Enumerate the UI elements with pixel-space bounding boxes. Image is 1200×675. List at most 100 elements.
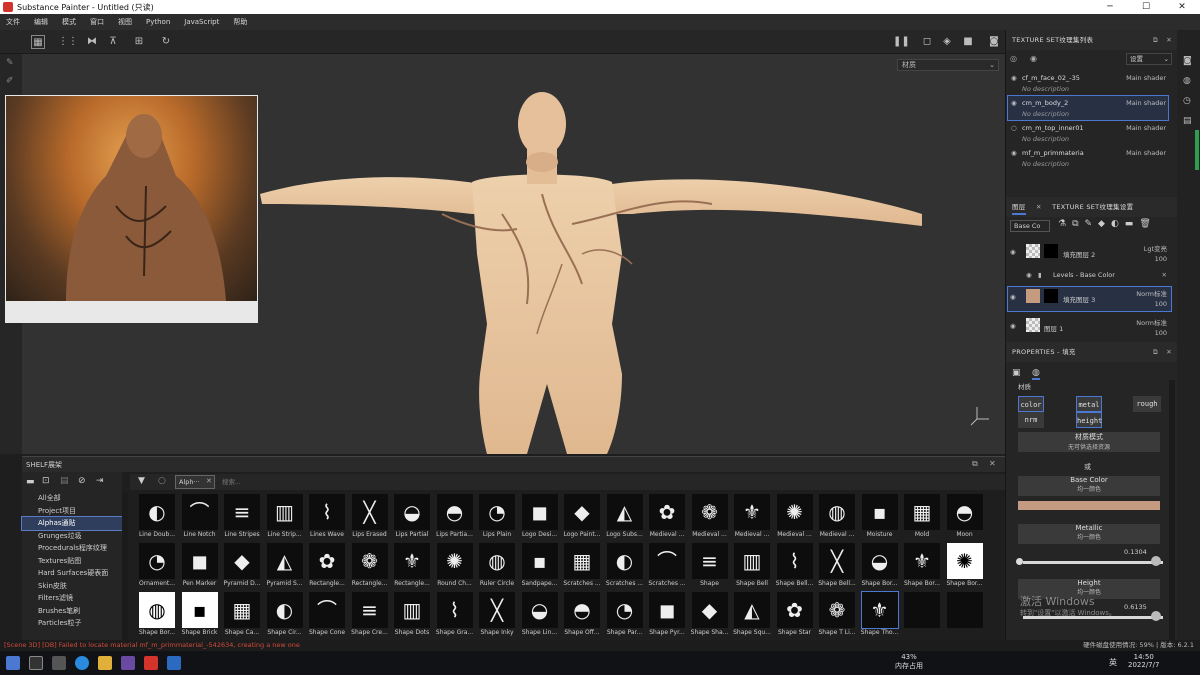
shelf-item[interactable]: ▦ Mold [901,494,944,543]
shelf-item[interactable]: ◍ Shape Bor... [136,592,179,640]
shelf-item[interactable]: ◭ Pyramid S... [264,543,307,592]
shelf-item[interactable]: ⚜ Shape Tho... [859,591,902,640]
grid-icon[interactable]: ⋮⋮ [58,35,78,49]
shelf-item[interactable]: ✺ Shape Bor... [944,543,987,592]
edge-icon[interactable] [75,656,89,670]
shelf-item[interactable]: ◐ Line Doub... [136,494,179,543]
input-language[interactable]: 英 [1109,657,1117,668]
shelf-item[interactable]: ◔ Shape Par... [604,592,647,640]
shelf-item[interactable]: ▦ Shape Ca... [221,592,264,640]
log-icon[interactable]: ▤ [1183,116,1192,126]
metallic-slider[interactable] [1023,561,1163,564]
panel-close-icon[interactable]: ✕ [1166,342,1172,362]
texture-set-shader[interactable]: Main shader [1126,124,1166,132]
shelf-item[interactable] [901,592,944,640]
clock[interactable]: 14:50 2022/7/7 [1128,653,1159,669]
symmetry-y-icon[interactable]: ⊼ [106,35,120,49]
brush-tool-icon[interactable]: ✎ [6,58,16,68]
eye-icon[interactable]: ◉ [1010,322,1016,330]
shelf-item[interactable]: ▪ Sandpape... [519,543,562,592]
menu-view[interactable]: 视图 [118,17,132,27]
shelf-item[interactable]: ◍ Ruler Circle [476,543,519,592]
category-grunges[interactable]: Grunges垃圾 [22,530,122,543]
category-filters[interactable]: Filters滤镜 [22,592,122,605]
category-skin[interactable]: Skin皮肤 [22,580,122,593]
export-icon[interactable]: ⇥ [96,476,104,486]
category-scrollbar[interactable] [122,492,128,640]
shelf-item[interactable]: ◓ Shape Off... [561,592,604,640]
texture-set-shader[interactable]: Main shader [1126,99,1166,107]
shelf-item[interactable]: ⌇ Shape Bell... [774,543,817,592]
substance-painter-taskbar-icon[interactable] [144,656,158,670]
layer-opacity[interactable]: 100 [1155,300,1167,308]
category-alphas[interactable]: Alphas通贴 [21,516,123,531]
base-color-section[interactable]: Base Color 均一颜色 [1018,476,1160,496]
shelf-item[interactable]: ╳ Lips Erased [349,494,392,543]
camera-icon[interactable]: ◙ [1183,56,1192,66]
shelf-item[interactable]: ◔ Ornament... [136,543,179,592]
shelf-item[interactable]: ▥ Line Strip... [264,494,307,543]
texture-set-shader[interactable]: Main shader [1126,74,1166,82]
filter-icon[interactable]: ▼ [138,476,145,486]
shelf-item[interactable]: ✿ Medieval ... [646,494,689,543]
shelf-item[interactable]: ◐ Scratches ... [604,543,647,592]
menu-python[interactable]: Python [146,18,170,26]
shelf-item[interactable]: ✺ Round Ch... [434,543,477,592]
shelf-item[interactable]: ⌒ Scratches ... [646,543,689,592]
undock-icon[interactable]: ⧉ [1153,342,1158,362]
snipping-icon[interactable] [167,656,181,670]
shelf-item[interactable]: ◆ Logo Paint... [561,494,604,543]
chip-metal[interactable]: metal [1076,396,1102,412]
layer-blend[interactable]: Norm标准 [1136,317,1167,327]
undock-icon[interactable]: ⧉ [1153,30,1158,50]
shelf-item[interactable]: ▪ Moisture [859,494,902,543]
texture-set-shader[interactable]: Main shader [1126,149,1166,157]
new-folder-icon[interactable]: ⊡ [42,476,50,486]
shelf-item[interactable]: ⚜ Rectangle... [391,543,434,592]
layer-opacity[interactable]: 100 [1155,255,1167,263]
shelf-item[interactable]: ❁ Shape T Li... [816,592,859,640]
video-camera-icon[interactable]: ■ [961,35,975,49]
shelf-item[interactable]: ❁ Rectangle... [349,543,392,592]
layer-blend[interactable]: Lgt变亮 [1144,243,1167,253]
effect-close-icon[interactable]: ✕ [1162,271,1167,279]
maximize-button[interactable]: ☐ [1128,2,1164,12]
scroll-indicator[interactable] [1195,130,1199,170]
eraser-tool-icon[interactable]: ✐ [6,76,16,86]
tab-close-icon[interactable]: ✕ [206,477,212,485]
shelf-item[interactable]: ❁ Medieval ... [689,494,732,543]
history-icon[interactable]: ↻ [159,35,173,49]
menu-javascript[interactable]: JavaScript [184,18,219,26]
shelf-item[interactable]: ▥ Shape Bell [731,543,774,592]
category-all[interactable]: All全部 [22,492,122,505]
shelf-item[interactable]: ⚜ Shape Bor... [901,543,944,592]
eye-icon[interactable]: ◉ [1030,54,1037,63]
shelf-item[interactable]: ≡ Shape Cre... [349,592,392,640]
globe-icon[interactable]: ◍ [1183,76,1191,86]
category-brushes[interactable]: Brushes笔刷 [22,605,122,618]
properties-scrollbar[interactable] [1169,380,1175,640]
menu-mode[interactable]: 模式 [62,17,76,27]
category-project[interactable]: Project项目 [22,505,122,518]
shelf-item[interactable]: ▦ Scratches ... [561,543,604,592]
minimize-button[interactable]: ─ [1092,2,1128,12]
frame-icon[interactable]: ▦ [31,35,45,49]
effect-row[interactable]: ◉ ▮ Levels - Base Color ✕ [1008,267,1171,283]
shelf-item[interactable]: ◒ Shape Bor... [859,543,902,592]
layer-tool-icons[interactable]: ⚗⧉✎◆◐▬🗑 [1058,219,1157,229]
shelf-item[interactable]: ╳ Shape Bell... [816,543,859,592]
screenshot-camera-icon[interactable]: ◙ [987,35,1001,49]
shelf-item[interactable]: ✿ Rectangle... [306,543,349,592]
symmetry-x-icon[interactable]: ⧓ [85,35,99,49]
chip-height[interactable]: height [1076,412,1102,428]
shelf-item[interactable]: ✺ Medieval ... [774,494,817,543]
layer-blend[interactable]: Norm标准 [1136,288,1167,298]
category-hard-surfaces[interactable]: Hard Surfaces硬表面 [22,567,122,580]
menu-help[interactable]: 帮助 [233,17,247,27]
app-icon[interactable] [121,656,135,670]
chip-nrm[interactable]: nrm [1018,412,1044,428]
shelf-item[interactable]: ◍ Medieval ... [816,494,859,543]
eye-off-icon[interactable]: ○ [1011,124,1017,132]
camera-frame-icon[interactable]: ◻ [920,35,934,49]
category-procedurals[interactable]: Procedurals程序纹理 [22,542,122,555]
